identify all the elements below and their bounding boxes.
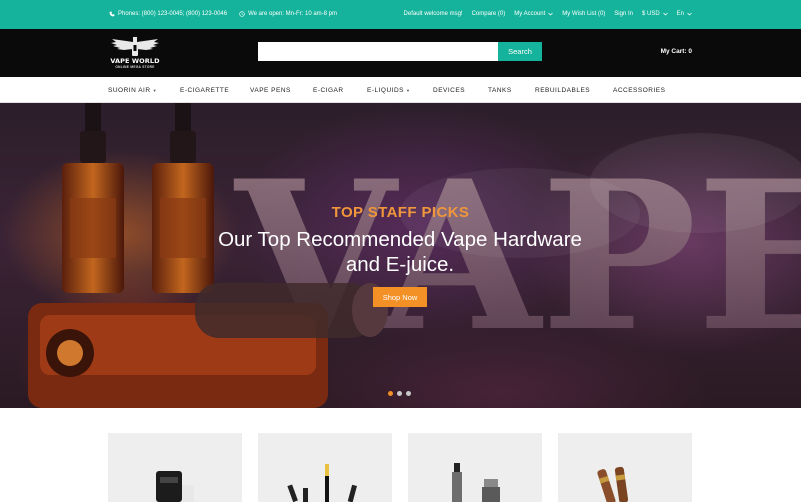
- category-card-tanks[interactable]: [408, 433, 542, 502]
- nav-item-rebuildables[interactable]: REBUILDABLES: [535, 87, 613, 94]
- site-header: VAPE WORLD ONLINE MEGA STORE Search My C…: [0, 29, 801, 77]
- hours-text: We are open: Mn-Fr: 10 am-8 pm: [248, 11, 337, 17]
- nav-item-e-cigar[interactable]: E-CIGAR: [313, 87, 367, 94]
- language-switcher[interactable]: En: [677, 11, 692, 17]
- wishlist-link[interactable]: My Wish List (0): [562, 11, 605, 17]
- slider-dots: [388, 391, 411, 396]
- slider-dot[interactable]: [397, 391, 402, 396]
- nav-item-label: TANKS: [488, 86, 512, 94]
- my-account-dropdown[interactable]: My Account: [514, 11, 554, 17]
- nav-item-e-cigarette[interactable]: E-CIGARETTE: [180, 87, 250, 94]
- hero-title: Our Top Recommended Vape Hardware and E-…: [218, 228, 582, 276]
- search-input[interactable]: [258, 42, 498, 61]
- phone-info: Phones: (800) 123-0045; (800) 123-0046: [109, 11, 227, 17]
- chevron-down-icon: [687, 12, 692, 16]
- phone-icon: [109, 11, 115, 17]
- chevron-down-icon: ▼: [152, 87, 158, 93]
- chevron-down-icon: [548, 12, 554, 16]
- main-navigation: SUORIN AIR ▼ E-CIGARETTE VAPE PENS E-CIG…: [0, 77, 801, 103]
- slider-dot[interactable]: [388, 391, 393, 396]
- winged-vape-logo-icon: [111, 37, 159, 56]
- currency-label: $ USD: [641, 11, 660, 17]
- vape-mod-device-image: [156, 471, 194, 502]
- category-card-cigars[interactable]: [558, 433, 692, 502]
- currency-switcher[interactable]: $ USD: [642, 11, 668, 17]
- welcome-message: Default welcome msg!: [403, 11, 463, 17]
- chevron-down-icon: ▼: [406, 87, 411, 93]
- hero-slider[interactable]: VAPE TOP STAFF PICKS Our Top Recommended…: [0, 103, 801, 408]
- category-card-pens[interactable]: [258, 433, 392, 502]
- search-button[interactable]: Search: [498, 42, 542, 61]
- hero-kicker: TOP STAFF PICKS: [331, 204, 470, 221]
- logo-tagline: ONLINE MEGA STORE: [115, 65, 155, 69]
- top-bar: Phones: (800) 123-0045; (800) 123-0046 W…: [0, 0, 801, 29]
- nav-item-label: SUORIN AIR: [108, 86, 151, 94]
- clock-icon: [239, 11, 245, 17]
- nav-item-label: DEVICES: [433, 86, 466, 94]
- my-account-label: My Account: [514, 11, 546, 17]
- category-card-mod[interactable]: [108, 433, 242, 502]
- mini-cart[interactable]: My Cart: 0: [661, 48, 692, 55]
- nav-item-vape-pens[interactable]: VAPE PENS: [250, 87, 313, 94]
- site-logo[interactable]: VAPE WORLD ONLINE MEGA STORE: [108, 36, 162, 70]
- nav-item-label: VAPE PENS: [250, 86, 291, 94]
- nav-item-tanks[interactable]: TANKS: [488, 87, 535, 94]
- nav-item-label: E-LIQUIDS: [367, 86, 405, 94]
- vape-pens-image: [287, 464, 357, 502]
- compare-link[interactable]: Compare (0): [472, 11, 506, 17]
- nav-item-label: E-CIGAR: [313, 86, 344, 94]
- chevron-down-icon: [662, 12, 668, 16]
- vape-tank-atomizers-image: [452, 463, 500, 502]
- hours-info: We are open: Mn-Fr: 10 am-8 pm: [239, 11, 337, 17]
- logo-brand-name: VAPE WORLD: [110, 57, 160, 65]
- nav-item-label: ACCESSORIES: [613, 86, 666, 94]
- phone-text: Phones: (800) 123-0045; (800) 123-0046: [118, 11, 228, 17]
- nav-item-e-liquids[interactable]: E-LIQUIDS ▼: [367, 87, 433, 94]
- language-label: En: [676, 11, 684, 17]
- nav-item-suorin-air[interactable]: SUORIN AIR ▼: [108, 87, 180, 94]
- slider-dot[interactable]: [406, 391, 411, 396]
- e-cigars-image: [597, 466, 629, 502]
- shop-now-button[interactable]: Shop Now: [373, 287, 427, 307]
- nav-item-accessories[interactable]: ACCESSORIES: [613, 87, 665, 94]
- nav-item-label: E-CIGARETTE: [180, 86, 230, 94]
- nav-item-devices[interactable]: DEVICES: [433, 87, 488, 94]
- category-grid: [0, 408, 801, 502]
- sign-in-link[interactable]: Sign In: [614, 11, 633, 17]
- nav-item-label: REBUILDABLES: [535, 86, 591, 94]
